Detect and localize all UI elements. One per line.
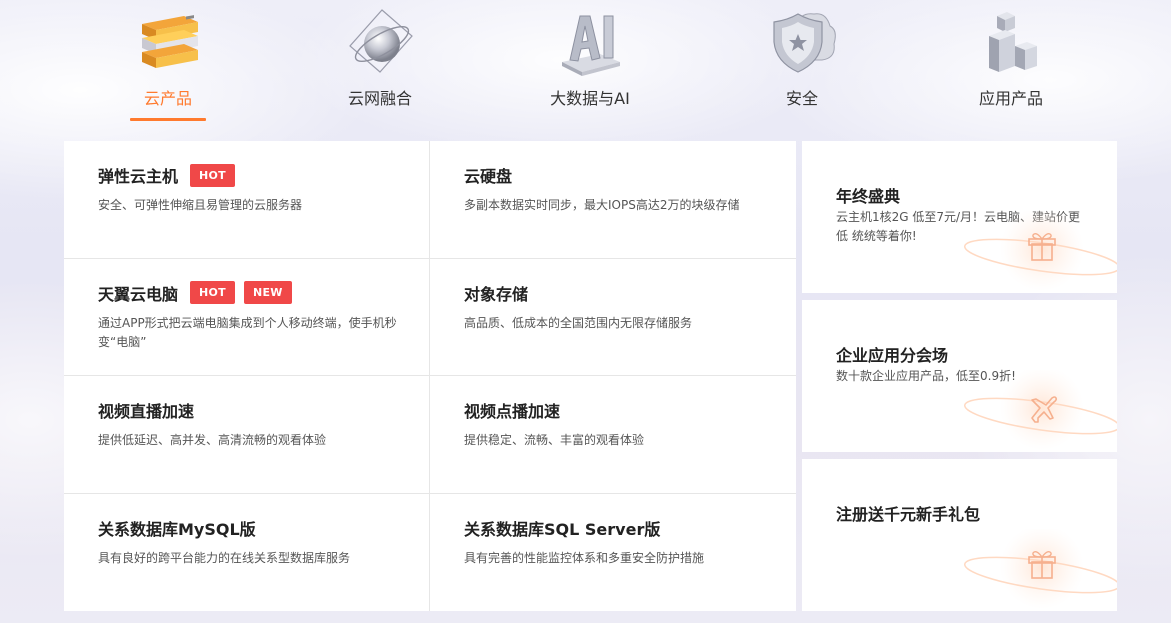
product-card-object-storage[interactable]: 对象存储 高品质、低成本的全国范围内无限存储服务 (430, 259, 796, 376)
product-title: 视频点播加速 (464, 402, 561, 421)
product-title: 弹性云主机 (98, 167, 179, 186)
promo-card-signup-gift[interactable]: 注册送千元新手礼包 (802, 459, 1117, 611)
airplane-icon (962, 366, 1117, 452)
product-grid: 弹性云主机 HOT 安全、可弹性伸缩且易管理的云服务器 云硬盘 多副本数据实时同… (64, 141, 796, 611)
product-desc: 高品质、低成本的全国范围内无限存储服务 (464, 315, 693, 330)
tab-cloud-products[interactable]: 云产品 (78, 0, 258, 125)
promo-title: 企业应用分会场 (836, 346, 949, 365)
product-title: 对象存储 (464, 284, 529, 304)
product-desc: 具有完善的性能监控体系和多重安全防护措施 (464, 550, 705, 565)
active-tab-underline (130, 118, 206, 121)
globe-orbit-icon (344, 6, 416, 78)
promo-card-enterprise-apps[interactable]: 企业应用分会场 数十款企业应用产品，低至0.9折! (802, 300, 1117, 452)
product-desc: 提供稳定、流畅、丰富的观看体验 (464, 433, 645, 447)
category-tabs: 云产品 云网融合 大数据与AI 安全 应用产品 (0, 0, 1171, 130)
gift-icon (962, 207, 1117, 293)
tab-label: 大数据与AI (550, 89, 630, 108)
ai-letters-icon (554, 6, 626, 78)
gift-icon (962, 525, 1117, 611)
product-card-live-video-acceleration[interactable]: 视频直播加速 提供低延迟、高并发、高清流畅的观看体验 (64, 376, 430, 494)
building-blocks-icon (975, 6, 1047, 78)
product-card-vod-acceleration[interactable]: 视频点播加速 提供稳定、流畅、丰富的观看体验 (430, 376, 796, 494)
product-desc: 具有良好的跨平台能力的在线关系型数据库服务 (98, 550, 351, 565)
hot-badge: HOT (190, 281, 235, 304)
product-title: 天翼云电脑 (98, 284, 179, 304)
product-desc: 安全、可弹性伸缩且易管理的云服务器 (98, 198, 303, 212)
tab-label: 安全 (785, 89, 818, 108)
promo-title: 年终盛典 (836, 187, 901, 206)
product-title: 视频直播加速 (98, 402, 195, 421)
product-card-cloud-disk[interactable]: 云硬盘 多副本数据实时同步，最大IOPS高达2万的块级存储 (430, 141, 796, 259)
tab-label: 云产品 (143, 89, 192, 108)
tab-cloud-network[interactable]: 云网融合 (290, 0, 470, 125)
tab-security[interactable]: 安全 (712, 0, 892, 125)
product-title: 关系数据库SQL Server版 (464, 519, 661, 539)
promo-card-year-end-festival[interactable]: 年终盛典 云主机1核2G 低至7元/月！云电脑、建站价更低 统统等着你! (802, 141, 1117, 293)
new-badge: NEW (243, 281, 292, 304)
product-card-sql-server[interactable]: 关系数据库SQL Server版 具有完善的性能监控体系和多重安全防护措施 (430, 494, 796, 612)
product-card-cloud-computer[interactable]: 天翼云电脑 HOT NEW 通过APP形式把云端电脑集成到个人移动终端，使手机秒… (64, 258, 430, 376)
product-card-elastic-cloud-server[interactable]: 弹性云主机 HOT 安全、可弹性伸缩且易管理的云服务器 (64, 141, 430, 259)
shield-cloud-icon (766, 6, 838, 78)
promo-title: 注册送千元新手礼包 (836, 505, 981, 524)
tab-label: 应用产品 (978, 89, 1043, 108)
product-desc: 提供低延迟、高并发、高清流畅的观看体验 (98, 433, 327, 447)
product-title: 关系数据库MySQL版 (98, 519, 256, 539)
product-desc: 多副本数据实时同步，最大IOPS高达2万的块级存储 (464, 198, 740, 212)
product-desc: 通过APP形式把云端电脑集成到个人移动终端，使手机秒变“电脑” (98, 315, 397, 349)
hot-badge: HOT (190, 163, 235, 187)
product-card-mysql[interactable]: 关系数据库MySQL版 具有良好的跨平台能力的在线关系型数据库服务 (64, 493, 430, 611)
server-stack-icon (132, 6, 204, 78)
tab-application-products[interactable]: 应用产品 (921, 0, 1101, 125)
product-title: 云硬盘 (464, 167, 513, 186)
tab-bigdata-ai[interactable]: 大数据与AI (500, 0, 680, 125)
tab-label: 云网融合 (347, 89, 412, 108)
